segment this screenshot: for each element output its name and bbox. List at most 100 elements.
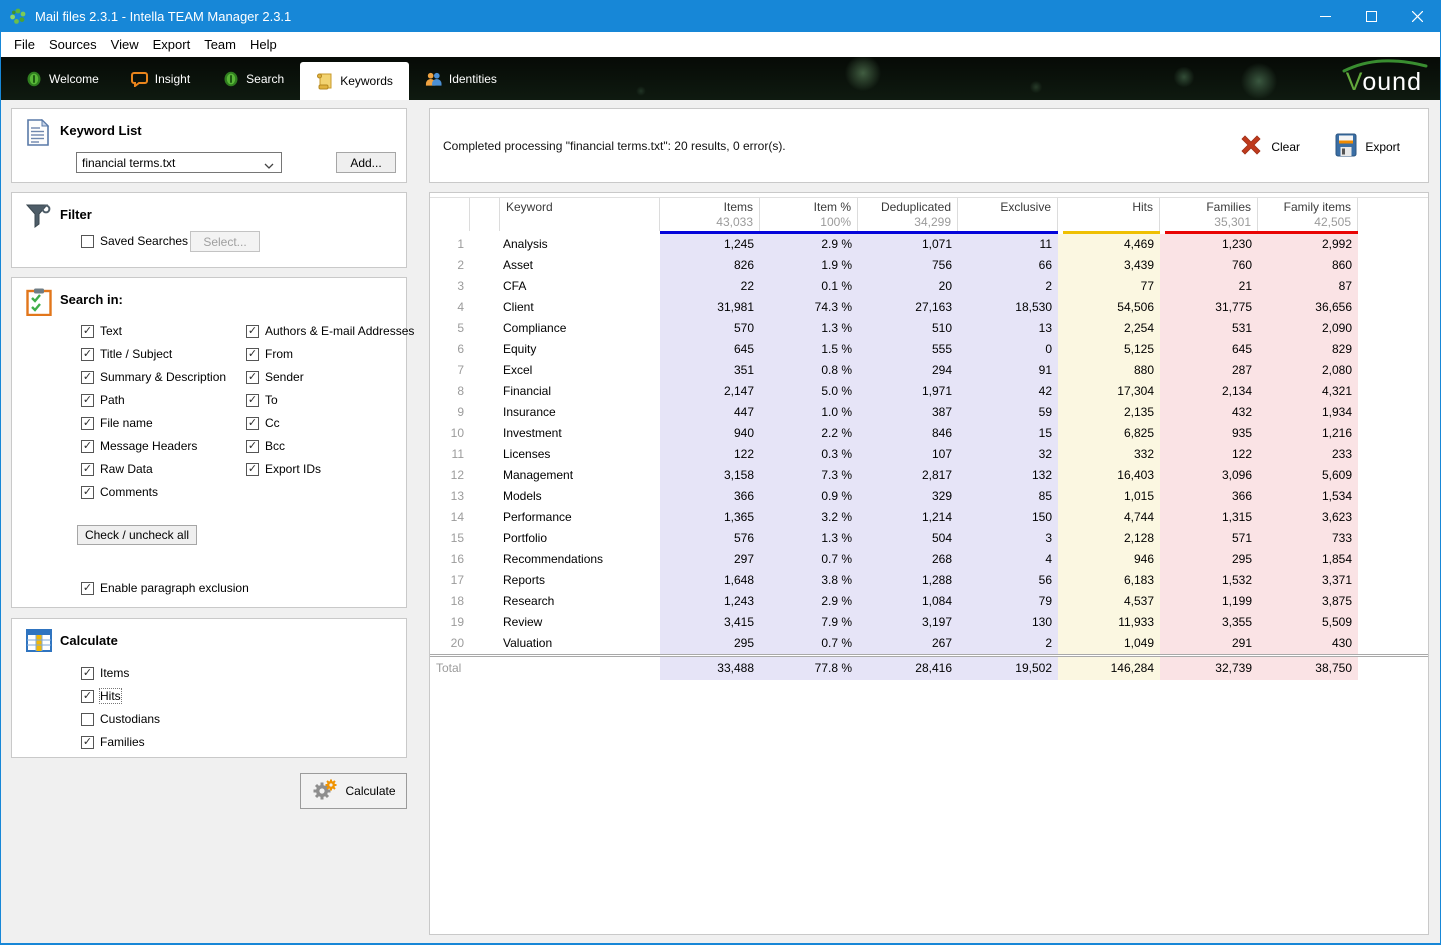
row-number-cell: 10: [430, 423, 470, 444]
table-row[interactable]: 11Licenses1220.3 %10732332122233: [430, 444, 1428, 465]
export-button[interactable]: Export: [1335, 133, 1400, 160]
table-row[interactable]: 18Research1,2432.9 %1,084794,5371,1993,8…: [430, 591, 1428, 612]
tab-insight[interactable]: Insight: [115, 64, 206, 94]
table-row[interactable]: 15Portfolio5761.3 %50432,128571733: [430, 528, 1428, 549]
tab-label: Insight: [155, 72, 190, 86]
column-header-family-items[interactable]: Family items42,505: [1258, 198, 1358, 231]
search-in-authors-e-mail-addresses-checkbox[interactable]: ✓Authors & E-mail Addresses: [246, 324, 414, 338]
menu-view[interactable]: View: [104, 34, 146, 55]
table-row[interactable]: 12Management3,1587.3 %2,81713216,4033,09…: [430, 465, 1428, 486]
column-header-items[interactable]: Items43,033: [660, 198, 760, 231]
table-row[interactable]: 2Asset8261.9 %756663,439760860: [430, 255, 1428, 276]
calculate-items-checkbox[interactable]: ✓Items: [81, 666, 129, 680]
calculate-hits-checkbox[interactable]: ✓Hits: [81, 689, 121, 703]
saved-searches-checkbox[interactable]: Saved Searches: [81, 234, 188, 248]
tab-welcome[interactable]: Welcome: [9, 64, 115, 94]
calculate-button-label: Calculate: [345, 784, 395, 798]
menu-team[interactable]: Team: [197, 34, 243, 55]
families-cell: 1,230: [1160, 234, 1258, 255]
menu-export[interactable]: Export: [146, 34, 198, 55]
search-in-text-checkbox[interactable]: ✓Text: [81, 324, 122, 338]
menu-sources[interactable]: Sources: [42, 34, 104, 55]
families-cell: 1,532: [1160, 570, 1258, 591]
calculate-hits-label: Hits: [100, 689, 121, 703]
calculate-items-label: Items: [100, 666, 129, 680]
table-row[interactable]: 3CFA220.1 %202772187: [430, 276, 1428, 297]
search-in-comments-checkbox[interactable]: ✓Comments: [81, 485, 158, 499]
keyword-list-dropdown[interactable]: financial terms.txt: [76, 152, 282, 173]
search-in-title: Search in:: [60, 292, 123, 307]
menu-help[interactable]: Help: [243, 34, 284, 55]
table-row[interactable]: 1Analysis1,2452.9 %1,071114,4691,2302,99…: [430, 234, 1428, 255]
paragraph-exclusion-checkbox[interactable]: ✓ Enable paragraph exclusion: [81, 581, 249, 595]
table-row[interactable]: 16Recommendations2970.7 %26849462951,854: [430, 549, 1428, 570]
select-saved-searches-button[interactable]: Select...: [190, 231, 260, 252]
tab-search[interactable]: Search: [206, 64, 300, 94]
table-row[interactable]: 17Reports1,6483.8 %1,288566,1831,5323,37…: [430, 570, 1428, 591]
search-in-bcc-checkbox[interactable]: ✓Bcc: [246, 439, 285, 453]
table-row[interactable]: 6Equity6451.5 %55505,125645829: [430, 339, 1428, 360]
clear-button[interactable]: Clear: [1239, 133, 1300, 160]
column-header-exclusive[interactable]: Exclusive: [958, 198, 1058, 231]
add-keyword-list-button[interactable]: Add...: [336, 152, 396, 173]
results-table-panel: KeywordItems43,033Item %100%Deduplicated…: [429, 192, 1429, 935]
search-in-summary-description-checkbox[interactable]: ✓Summary & Description: [81, 370, 226, 384]
search-in-message-headers-checkbox[interactable]: ✓Message Headers: [81, 439, 197, 453]
table-row[interactable]: 5Compliance5701.3 %510132,2545312,090: [430, 318, 1428, 339]
hits-cell: 1,049: [1058, 633, 1160, 654]
table-row[interactable]: 10Investment9402.2 %846156,8259351,216: [430, 423, 1428, 444]
column-header-deduplicated[interactable]: Deduplicated34,299: [858, 198, 958, 231]
table-row[interactable]: 9Insurance4471.0 %387592,1354321,934: [430, 402, 1428, 423]
filler-cell: [1358, 318, 1428, 339]
total-family-items-cell: 38,750: [1258, 657, 1358, 680]
column-header-label: Hits: [1064, 200, 1153, 215]
calculate-families-checkbox[interactable]: ✓Families: [81, 735, 145, 749]
tab-keywords[interactable]: Keywords: [300, 62, 409, 100]
column-header-item-[interactable]: Item %100%: [760, 198, 858, 231]
family-items-cell: 1,216: [1258, 423, 1358, 444]
column-header-label: Items: [666, 200, 753, 215]
checkbox-icon: ✓: [81, 394, 94, 407]
search-in-title-subject-checkbox[interactable]: ✓Title / Subject: [81, 347, 172, 361]
close-button[interactable]: [1394, 0, 1440, 32]
table-row[interactable]: 14Performance1,3653.2 %1,2141504,7441,31…: [430, 507, 1428, 528]
table-row[interactable]: 13Models3660.9 %329851,0153661,534: [430, 486, 1428, 507]
search-in-raw-data-checkbox[interactable]: ✓Raw Data: [81, 462, 153, 476]
check-uncheck-all-button[interactable]: Check / uncheck all: [77, 525, 197, 545]
family-items-cell: 2,090: [1258, 318, 1358, 339]
search-in-to-checkbox[interactable]: ✓To: [246, 393, 278, 407]
items-cell: 1,243: [660, 591, 760, 612]
column-header-hits[interactable]: Hits: [1058, 198, 1160, 231]
column-header-label: Family items: [1264, 200, 1351, 215]
calculate-custodians-checkbox[interactable]: Custodians: [81, 712, 160, 726]
search-in-path-checkbox[interactable]: ✓Path: [81, 393, 125, 407]
keyword-cell: Equity: [500, 339, 660, 360]
table-row[interactable]: 20Valuation2950.7 %26721,049291430: [430, 633, 1428, 654]
item-pct-cell: 0.7 %: [760, 549, 858, 570]
family-items-cell: 3,371: [1258, 570, 1358, 591]
search-in-file-name-checkbox[interactable]: ✓File name: [81, 416, 153, 430]
row-spacer-cell: [470, 465, 500, 486]
table-row[interactable]: 19Review3,4157.9 %3,19713011,9333,3555,5…: [430, 612, 1428, 633]
column-header-keyword[interactable]: Keyword: [500, 198, 660, 231]
tab-identities[interactable]: Identities: [409, 64, 513, 94]
column-header-families[interactable]: Families35,301: [1160, 198, 1258, 231]
table-row[interactable]: 4Client31,98174.3 %27,16318,53054,50631,…: [430, 297, 1428, 318]
calculate-button[interactable]: Calculate: [300, 773, 407, 809]
minimize-button[interactable]: [1302, 0, 1348, 32]
chevron-down-icon: [264, 159, 274, 173]
table-row[interactable]: 7Excel3510.8 %294918802872,080: [430, 360, 1428, 381]
maximize-button[interactable]: [1348, 0, 1394, 32]
items-cell: 22: [660, 276, 760, 297]
item-pct-cell: 3.8 %: [760, 570, 858, 591]
search-in-sender-checkbox[interactable]: ✓Sender: [246, 370, 304, 384]
hits-cell: 2,128: [1058, 528, 1160, 549]
search-in-cc-checkbox[interactable]: ✓Cc: [246, 416, 280, 430]
keywords-scroll-icon: [316, 73, 333, 90]
search-in-export-ids-checkbox[interactable]: ✓Export IDs: [246, 462, 321, 476]
search-in-from-checkbox[interactable]: ✓From: [246, 347, 293, 361]
table-header-row: KeywordItems43,033Item %100%Deduplicated…: [430, 198, 1428, 231]
menu-file[interactable]: File: [7, 34, 42, 55]
table-row[interactable]: 8Financial2,1475.0 %1,9714217,3042,1344,…: [430, 381, 1428, 402]
calculate-table-icon: [26, 629, 52, 655]
